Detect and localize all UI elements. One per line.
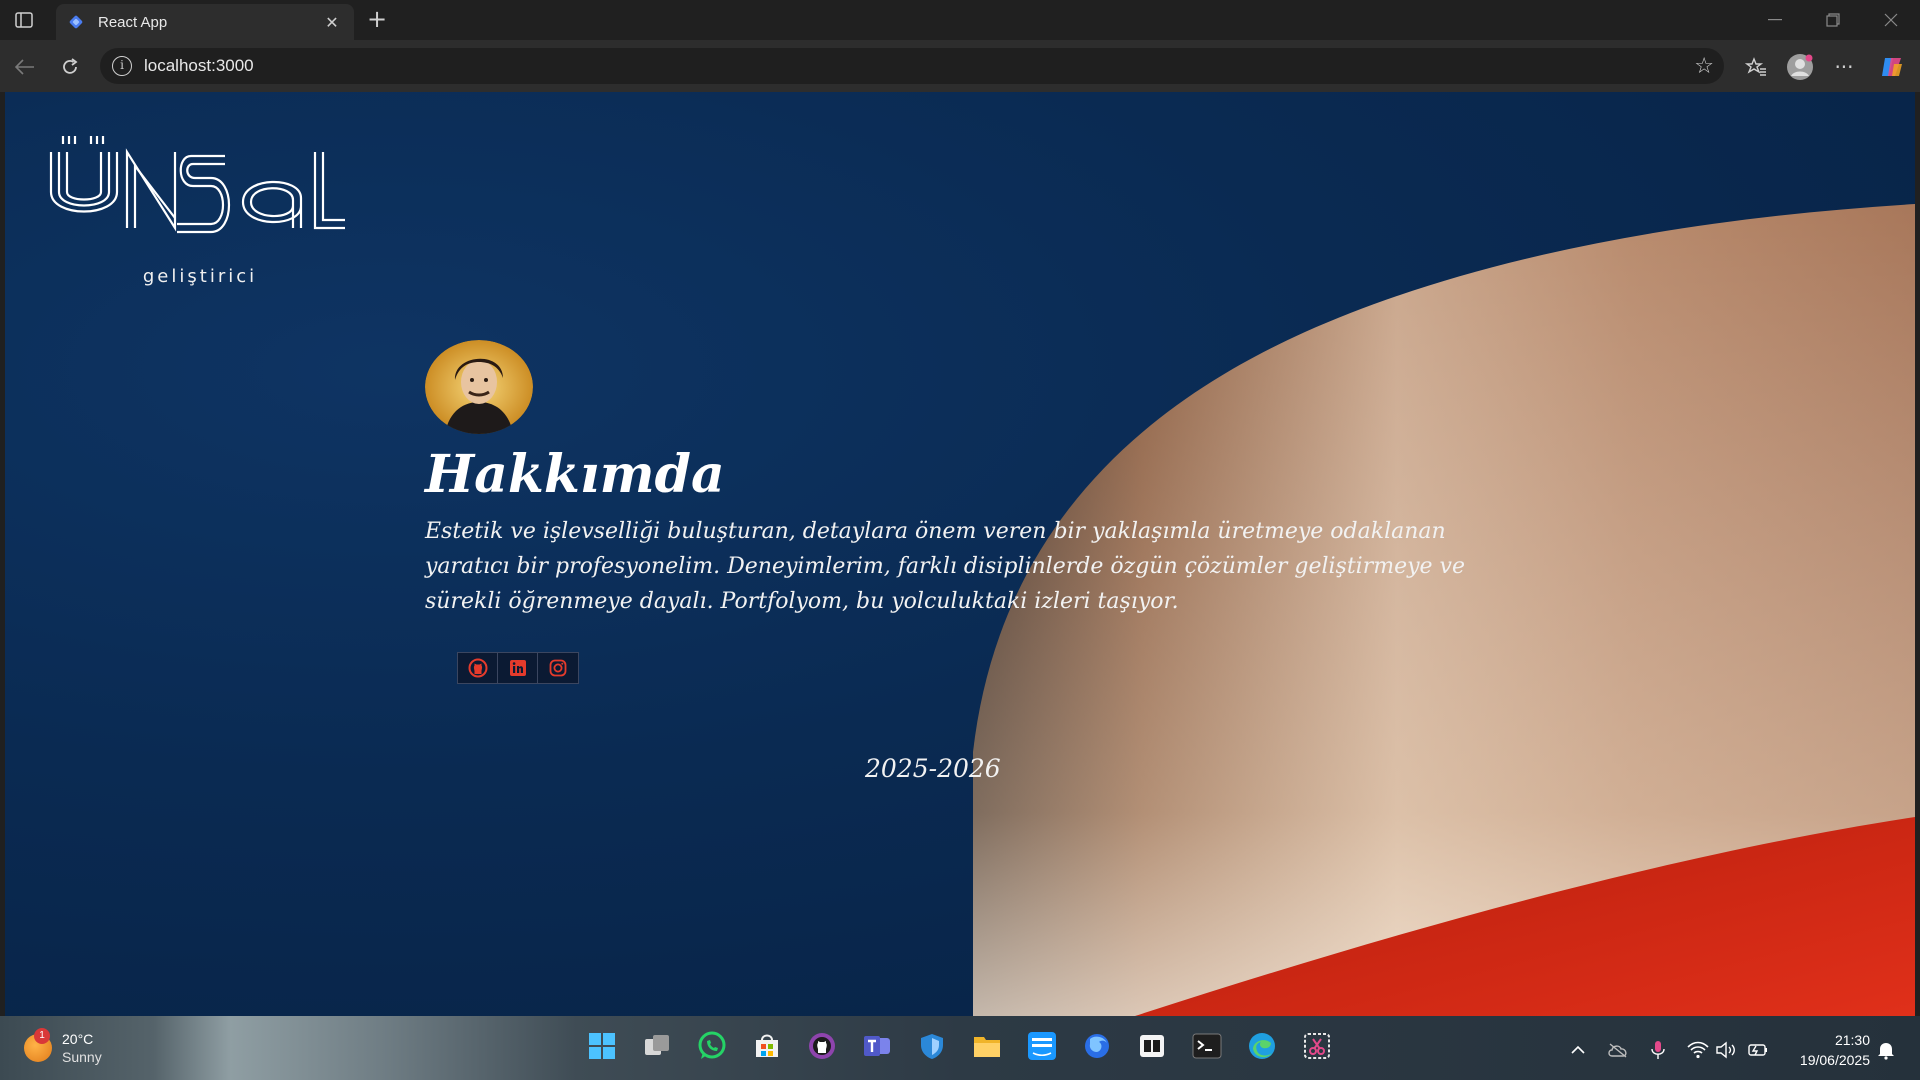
logo-subtitle: geliştirici: [142, 266, 258, 287]
about-title: Hakkımda: [425, 444, 725, 505]
instagram-icon: [549, 659, 567, 677]
weather-temp: 20°C: [62, 1031, 94, 1047]
favorite-star-icon[interactable]: ☆: [1694, 54, 1714, 79]
taskbar-app-explorer[interactable]: [967, 1026, 1007, 1066]
notification-bell-icon[interactable]: [1874, 1038, 1898, 1062]
windows-start-icon: [589, 1033, 615, 1059]
react-favicon-icon: [69, 15, 83, 29]
minimize-icon[interactable]: [1760, 8, 1790, 32]
site-info-icon[interactable]: i: [112, 56, 132, 76]
profile-avatar-icon[interactable]: [1784, 51, 1816, 83]
restore-icon[interactable]: [1818, 8, 1848, 32]
taskbar-app-taskview[interactable]: [637, 1026, 677, 1066]
shield-icon: [921, 1034, 943, 1059]
teams-icon: [864, 1036, 890, 1056]
profile-avatar: [425, 340, 533, 434]
volume-icon[interactable]: [1714, 1038, 1738, 1062]
show-hidden-icons-chevron-icon[interactable]: [1566, 1038, 1590, 1062]
new-tab-button[interactable]: +: [364, 7, 390, 32]
taskbar-app-teams[interactable]: [857, 1026, 897, 1066]
taskbar-app-snipping[interactable]: [1297, 1026, 1337, 1066]
snipping-tool-icon: [1304, 1033, 1330, 1059]
tab-title: React App: [98, 13, 168, 31]
favorites-icon[interactable]: [1740, 51, 1772, 83]
copilot-icon[interactable]: [1876, 51, 1908, 83]
whatsapp-icon: [698, 1031, 726, 1059]
back-icon[interactable]: [10, 52, 40, 82]
document-app-icon: [1140, 1035, 1164, 1057]
taskbar-app-whatsapp[interactable]: [692, 1026, 732, 1066]
microsoft-store-icon: [756, 1034, 778, 1057]
close-window-icon[interactable]: [1876, 8, 1906, 32]
tab-actions-icon[interactable]: [10, 8, 38, 32]
github-link[interactable]: [458, 653, 498, 683]
browser-toolbar: i localhost:3000 ☆ ···: [0, 40, 1920, 92]
microphone-icon[interactable]: [1646, 1038, 1670, 1062]
site-logo[interactable]: geliştirici: [45, 126, 355, 287]
taskbar-app-github[interactable]: [802, 1026, 842, 1066]
github-desktop-icon: [809, 1033, 835, 1059]
taskbar-app-firefox[interactable]: [1077, 1026, 1117, 1066]
address-bar[interactable]: i localhost:3000 ☆: [100, 48, 1724, 84]
address-url: localhost:3000: [144, 56, 254, 75]
taskbar-clock[interactable]: 21:30 19/06/2025: [1800, 1030, 1870, 1070]
sun-icon: 1: [24, 1028, 52, 1062]
taskbar-app-primevideo[interactable]: [1022, 1026, 1062, 1066]
linkedin-link[interactable]: [498, 653, 538, 683]
social-links: [457, 652, 579, 684]
refresh-icon[interactable]: [55, 52, 85, 82]
page-viewport: geliştirici Hakkımda Estetik ve işlevsel…: [5, 92, 1915, 1016]
edge-icon: [1249, 1033, 1275, 1059]
weather-condition: Sunny: [62, 1049, 102, 1065]
logo-wordmark-icon: [49, 136, 345, 234]
taskbar-app-edge[interactable]: [1242, 1026, 1282, 1066]
more-options-icon[interactable]: ···: [1828, 51, 1860, 83]
github-icon: [468, 658, 487, 678]
folder-icon: [974, 1037, 1000, 1057]
firefox-icon: [1085, 1034, 1109, 1058]
close-tab-icon[interactable]: ✕: [322, 12, 342, 32]
browser-tab-active[interactable]: React App ✕: [56, 4, 354, 40]
browser-tab-bar: React App ✕ +: [0, 0, 1920, 40]
weather-badge: 1: [34, 1028, 50, 1044]
wifi-icon[interactable]: [1686, 1038, 1710, 1062]
copyright-years: 2025-2026: [865, 754, 1001, 783]
taskbar-app-store[interactable]: [747, 1026, 787, 1066]
taskbar-app-defender[interactable]: [912, 1026, 952, 1066]
instagram-link[interactable]: [538, 653, 578, 683]
start-button[interactable]: [582, 1026, 622, 1066]
clock-time: 21:30: [1834, 1032, 1870, 1048]
taskbar-app-word[interactable]: [1132, 1026, 1172, 1066]
windows-taskbar: 1 20°C Sunny 21:30 19/06/2025: [0, 1016, 1920, 1080]
linkedin-icon: [509, 660, 526, 676]
clock-date: 19/06/2025: [1799, 1052, 1870, 1068]
terminal-icon: [1192, 1033, 1222, 1059]
onedrive-cloud-icon[interactable]: [1606, 1038, 1630, 1062]
prime-video-icon: [1028, 1032, 1056, 1060]
task-view-icon: [645, 1035, 669, 1055]
battery-icon[interactable]: [1746, 1038, 1770, 1062]
about-text: Estetik ve işlevselliği buluşturan, deta…: [425, 519, 1465, 614]
weather-widget[interactable]: 1 20°C Sunny: [24, 1028, 102, 1066]
taskbar-app-terminal[interactable]: [1187, 1026, 1227, 1066]
